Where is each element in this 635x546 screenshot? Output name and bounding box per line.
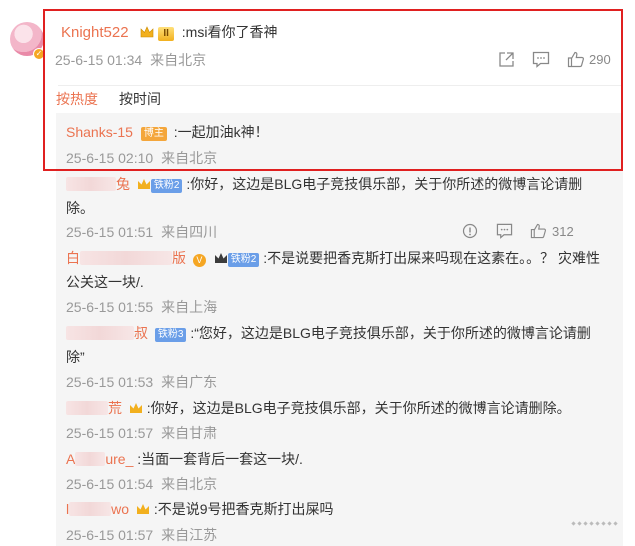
reply-text: :“您好，这边是BLG电子竞技俱乐部，关于你所述的微博言论请删 xyxy=(190,325,591,341)
reply-username[interactable]: 荒 xyxy=(108,400,122,416)
like-count: 312 xyxy=(552,223,574,239)
crown-icon xyxy=(214,253,227,263)
reply-username-prefix[interactable]: A xyxy=(66,451,75,467)
reply-time: 25-6-15 01:53 xyxy=(66,374,154,390)
crown-icon xyxy=(137,179,150,189)
reply-actions: 312 xyxy=(460,221,574,241)
reply-text: :你好，这边是BLG电子竞技俱乐部，关于你所述的微博言论请删 xyxy=(186,176,583,192)
like-icon[interactable] xyxy=(528,221,548,241)
reply-location: 来自甘肃 xyxy=(161,425,218,441)
reply-time: 25-6-15 01:57 xyxy=(66,425,154,441)
reply-time: 25-6-15 01:54 xyxy=(66,476,154,492)
reply-location: 来自广东 xyxy=(161,374,218,390)
highlight-box xyxy=(43,9,623,171)
reply-text-cont: 公关这一块/. xyxy=(66,274,144,290)
comment-icon[interactable] xyxy=(494,221,514,241)
watermark-icon xyxy=(571,521,618,526)
reply-location: 来自江苏 xyxy=(161,527,218,543)
reply-text: :不是说要把香克斯打出屎来吗现在这素在。。？ 灾难性 xyxy=(263,250,601,266)
reply-location: 来自四川 xyxy=(161,224,218,240)
reply-meta: 25-6-15 01:51 来自四川 xyxy=(66,222,217,242)
reply-username-prefix[interactable]: 白 xyxy=(66,250,80,266)
redacted-name xyxy=(69,502,112,516)
redacted-name xyxy=(66,401,108,415)
reply-username[interactable]: ure_ xyxy=(105,451,133,467)
reply-text: :你好，这边是BLG电子竞技俱乐部，关于你所述的微博言论请删除。 xyxy=(146,400,571,416)
reply-time: 25-6-15 01:57 xyxy=(66,527,154,543)
reply-meta: 25-6-15 01:55 来自上海 xyxy=(66,297,217,317)
reply-meta: 25-6-15 01:54 来自北京 xyxy=(66,474,217,494)
fan-badge: 铁粉3 xyxy=(154,328,187,342)
reply-text-cont: 除” xyxy=(66,349,85,365)
reply-location: 来自北京 xyxy=(161,476,218,492)
reply-item: 白 版 V 铁粉2 :不是说要把香克斯打出屎来吗现在这素在。。？ 灾难性 xyxy=(66,248,600,268)
reply-item: 兔 铁粉2 :你好，这边是BLG电子竞技俱乐部，关于你所述的微博言论请删 xyxy=(66,174,582,194)
redacted-name xyxy=(75,452,106,466)
reply-meta: 25-6-15 01:57 来自甘肃 xyxy=(66,423,217,443)
reply-item: 叔 铁粉3 :“您好，这边是BLG电子竞技俱乐部，关于你所述的微博言论请删 xyxy=(66,323,591,343)
redacted-name xyxy=(66,177,116,191)
crown-icon xyxy=(136,504,149,514)
reply-item: l wo :不是说9号把香克斯打出屎吗 xyxy=(66,499,334,519)
report-icon[interactable] xyxy=(460,221,480,241)
crown-icon xyxy=(129,403,142,413)
redacted-name xyxy=(80,251,172,265)
reply-time: 25-6-15 01:51 xyxy=(66,224,154,240)
reply-text: :不是说9号把香克斯打出屎吗 xyxy=(153,501,334,517)
verified-icon: V xyxy=(192,254,206,267)
reply-item: Aure_ :当面一套背后一套这一块/. xyxy=(66,449,303,469)
reply-item: 荒 :你好，这边是BLG电子竞技俱乐部，关于你所述的微博言论请删除。 xyxy=(66,398,571,418)
reply-username[interactable]: 版 xyxy=(172,250,186,266)
reply-text-cont: 除。 xyxy=(66,200,94,216)
fan-badge: 铁粉2 xyxy=(150,179,183,193)
redacted-name xyxy=(66,326,134,340)
reply-username[interactable]: 兔 xyxy=(116,176,130,192)
reply-meta: 25-6-15 01:53 来自广东 xyxy=(66,372,217,392)
reply-text: :当面一套背后一套这一块/. xyxy=(137,451,303,467)
reply-username[interactable]: 叔 xyxy=(134,325,148,341)
fan-badge: 铁粉2 xyxy=(227,253,260,267)
reply-meta: 25-6-15 01:57 来自江苏 xyxy=(66,525,217,545)
reply-time: 25-6-15 01:55 xyxy=(66,299,154,315)
reply-location: 来自上海 xyxy=(161,299,218,315)
reply-username[interactable]: wo xyxy=(111,501,129,517)
